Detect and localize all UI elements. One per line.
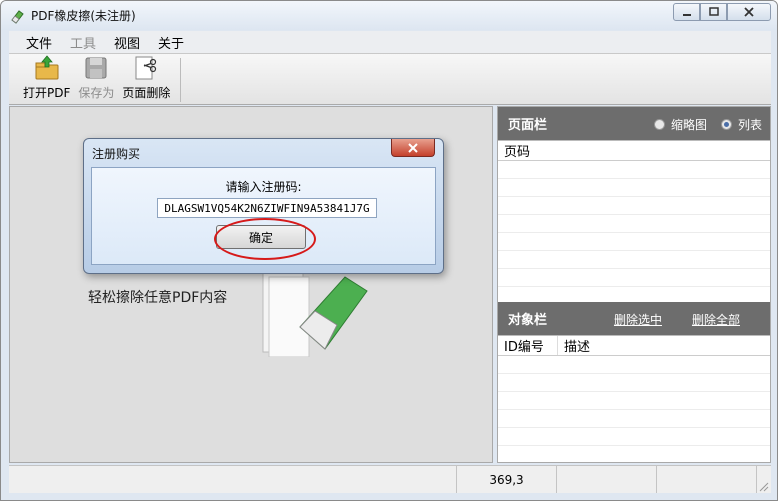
toolbar-separator: [180, 58, 182, 102]
list-row: [498, 215, 770, 233]
page-delete-button[interactable]: 页面删除: [118, 54, 174, 104]
pages-panel-title: 页面栏: [508, 118, 548, 133]
maximize-button[interactable]: [700, 3, 727, 21]
view-mode-radio-group: 缩略图 列表: [640, 116, 762, 133]
objects-list-header: ID编号 描述: [498, 336, 770, 356]
close-button[interactable]: [727, 3, 771, 21]
toolbar: 打开PDF 保存为 页面删除: [9, 53, 771, 105]
save-as-button[interactable]: 保存为: [74, 54, 118, 104]
list-row: [498, 428, 770, 446]
menu-bar: 文件 工具 视图 关于: [9, 31, 771, 53]
delete-all-link[interactable]: 删除全部: [692, 311, 740, 328]
app-window: PDF橡皮擦(未注册) 文件 工具 视图 关于 打开PDF 保存为 页面删除 轻…: [0, 0, 778, 501]
list-row: [498, 410, 770, 428]
dialog-body: 请输入注册码: DLAGSW1VQ54K2N6ZIWFIN9A53841J7G …: [91, 167, 436, 265]
list-row: [498, 179, 770, 197]
page-delete-label: 页面删除: [122, 86, 171, 100]
right-panel: 页面栏 缩略图 列表 页码 对象栏 删除选中 删除全部 ID编号 描述: [497, 106, 771, 463]
radio-list[interactable]: 列表: [720, 116, 762, 133]
minimize-icon: [682, 14, 691, 16]
objects-panel-title: 对象栏: [508, 313, 548, 328]
confirm-button[interactable]: 确定: [216, 225, 306, 249]
radio-list-label: 列表: [737, 118, 762, 132]
restore-icon: [708, 7, 719, 16]
list-row: [498, 356, 770, 374]
menu-tools[interactable]: 工具: [61, 33, 105, 52]
radio-thumbnail[interactable]: 缩略图: [653, 116, 707, 133]
open-pdf-label: 打开PDF: [23, 86, 71, 100]
list-row: [498, 251, 770, 269]
status-cell-main: [9, 466, 457, 493]
radio-thumbnail-label: 缩略图: [670, 118, 707, 132]
close-icon: [744, 7, 754, 17]
window-title: PDF橡皮擦(未注册): [31, 9, 136, 23]
status-coords: 369,3: [457, 466, 557, 493]
radio-thumbnail-dot: [653, 119, 665, 130]
list-row: [498, 233, 770, 251]
list-row: [498, 374, 770, 392]
close-icon: [408, 142, 418, 153]
pages-list-header: 页码: [498, 141, 770, 161]
col-description: 描述: [564, 340, 591, 355]
menu-about[interactable]: 关于: [149, 33, 193, 52]
objects-list[interactable]: ID编号 描述: [498, 335, 770, 446]
delete-selected-link[interactable]: 删除选中: [614, 311, 662, 328]
eraser-logo-art: [262, 271, 368, 357]
col-page-number: 页码: [504, 145, 531, 160]
register-dialog: 注册购买 请输入注册码: DLAGSW1VQ54K2N6ZIWFIN9A5384…: [83, 138, 444, 274]
pages-panel-header: 页面栏 缩略图 列表: [498, 107, 770, 140]
menu-view[interactable]: 视图: [105, 33, 149, 52]
title-bar: PDF橡皮擦(未注册): [1, 1, 777, 30]
status-bar: 369,3: [9, 465, 771, 493]
open-pdf-button[interactable]: 打开PDF: [19, 54, 74, 104]
registration-prompt: 请输入注册码:: [225, 180, 302, 194]
floppy-disk-icon: [85, 57, 107, 79]
col-id: ID编号: [498, 336, 558, 355]
open-folder-icon: [35, 55, 59, 80]
resize-grip-icon[interactable]: [757, 480, 769, 492]
eraser-app-icon: [11, 10, 24, 24]
tagline: 轻松擦除任意PDF内容: [88, 290, 228, 306]
minimize-button[interactable]: [673, 3, 700, 21]
menu-file[interactable]: 文件: [17, 33, 61, 52]
pages-list[interactable]: 页码: [498, 140, 770, 302]
objects-panel-header: 对象栏 删除选中 删除全部: [498, 302, 770, 335]
dialog-title: 注册购买: [92, 147, 141, 161]
status-cell-empty: [557, 466, 657, 493]
dialog-close-button[interactable]: [391, 139, 435, 157]
list-row: [498, 161, 770, 179]
list-row: [498, 392, 770, 410]
radio-list-dot: [720, 119, 732, 130]
list-row: [498, 269, 770, 287]
list-row: [498, 197, 770, 215]
save-as-label: 保存为: [78, 86, 115, 100]
status-cell-empty: [657, 466, 757, 493]
registration-code-input[interactable]: DLAGSW1VQ54K2N6ZIWFIN9A53841J7G: [157, 198, 377, 218]
page-scissors-icon: [135, 56, 157, 80]
